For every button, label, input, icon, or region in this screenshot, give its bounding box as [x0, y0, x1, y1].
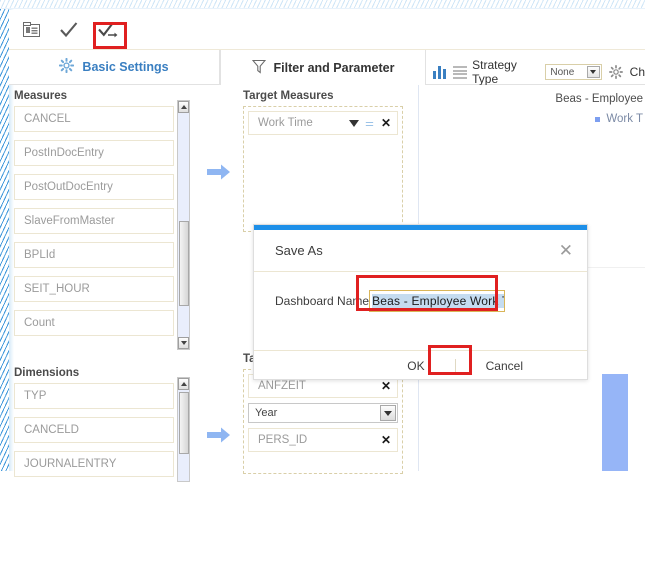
add-dimension-arrow-icon[interactable] [207, 426, 231, 444]
measures-scrollbar[interactable] [177, 100, 190, 350]
remove-icon[interactable]: ✕ [381, 433, 391, 447]
scrollbar-thumb[interactable] [179, 221, 189, 306]
chart-toolbar: Strategy Type None Ch [433, 58, 645, 86]
save-as-dialog: Save As ✕ Dashboard Name Beas - Employee… [253, 224, 588, 380]
granularity-select[interactable]: Year [248, 403, 398, 423]
dimensions-scrollbar[interactable] [177, 377, 190, 482]
scroll-down-icon[interactable] [178, 337, 189, 349]
target-fields-panel: Target Measures Work Time ⚌ ✕ [243, 90, 403, 232]
remove-icon[interactable]: ✕ [381, 379, 391, 393]
list-item[interactable]: PostInDocEntry [14, 140, 174, 166]
list-item[interactable]: CANCELD [14, 417, 174, 443]
source-fields-panel: Measures CANCEL PostInDocEntry PostOutDo… [14, 90, 196, 493]
legend-label: Work T [606, 113, 643, 125]
close-icon[interactable]: ✕ [559, 242, 573, 259]
new-dashboard-icon[interactable] [19, 17, 45, 43]
target-measures-title: Target Measures [243, 90, 403, 102]
target-measure-label: Work Time [258, 117, 313, 129]
dashboard-name-label: Dashboard Name [275, 290, 369, 312]
save-icon[interactable] [56, 17, 82, 43]
legend-color-swatch [595, 117, 600, 122]
dialog-header: Save As ✕ [254, 230, 587, 272]
dialog-footer: OK Cancel [254, 350, 587, 381]
scroll-up-icon[interactable] [178, 101, 189, 113]
chart-title: Beas - Employee [555, 93, 643, 105]
tab-filter-and-parameter[interactable]: Filter and Parameter [220, 50, 426, 85]
toolbar [9, 10, 645, 50]
measures-title: Measures [14, 90, 196, 102]
gear-icon [59, 58, 74, 76]
tab-bar: Basic Settings Filter and Parameter Stra… [9, 50, 645, 85]
target-measures-dropzone[interactable]: Work Time ⚌ ✕ [243, 106, 403, 232]
chevron-down-icon[interactable] [349, 120, 359, 127]
chevron-down-icon[interactable] [380, 405, 396, 421]
list-item[interactable]: SEIT_HOUR [14, 276, 174, 302]
chart-toolbar-trailing-label: Ch [630, 65, 645, 79]
app-root: Basic Settings Filter and Parameter Stra… [0, 0, 645, 567]
list-icon[interactable] [453, 66, 466, 78]
cancel-button[interactable]: Cancel [456, 359, 553, 373]
tab-basic-settings[interactable]: Basic Settings [9, 50, 220, 85]
tab-filter-and-parameter-label: Filter and Parameter [274, 61, 395, 75]
dimensions-title: Dimensions [14, 367, 196, 379]
strategy-type-value: None [550, 67, 574, 78]
left-stripe-decoration [0, 9, 9, 471]
list-item[interactable]: CANCEL [14, 106, 174, 132]
list-item[interactable]: SlaveFromMaster [14, 208, 174, 234]
dimensions-list: TYP CANCELD JOURNALENTRY [14, 383, 192, 493]
chart-legend: Work T [595, 113, 643, 125]
chart-bar[interactable] [602, 374, 628, 471]
top-stripe-decoration [0, 0, 645, 9]
chart-settings-gear-icon[interactable] [609, 65, 623, 79]
strategy-type-label: Strategy Type [472, 58, 538, 86]
measures-list: CANCEL PostInDocEntry PostOutDocEntry Sl… [14, 106, 192, 359]
granularity-value: Year [255, 407, 277, 419]
list-item[interactable]: BPLId [14, 242, 174, 268]
bar-chart-icon[interactable] [433, 66, 446, 79]
scroll-up-icon[interactable] [178, 378, 189, 390]
remove-icon[interactable]: ✕ [381, 116, 391, 130]
dashboard-name-input[interactable]: Beas - Employee Work T [369, 290, 505, 312]
tab-basic-settings-label: Basic Settings [82, 60, 168, 74]
target-dimension-label: ANFZEIT [258, 380, 306, 392]
strategy-type-select[interactable]: None [545, 64, 601, 80]
scrollbar-thumb[interactable] [179, 392, 189, 454]
filter-icon [252, 59, 266, 77]
target-measure-chip[interactable]: Work Time ⚌ ✕ [248, 111, 398, 135]
add-measure-arrow-icon[interactable] [207, 163, 231, 181]
list-item[interactable]: TYP [14, 383, 174, 409]
ok-button[interactable]: OK [377, 359, 454, 373]
chevron-down-icon[interactable] [587, 66, 600, 78]
list-item[interactable]: PostOutDocEntry [14, 174, 174, 200]
target-dimension-label: PERS_ID [258, 434, 307, 446]
target-dimension-chip[interactable]: PERS_ID ✕ [248, 428, 398, 452]
target-dimensions-dropzone[interactable]: ANFZEIT ✕ Year PERS_ID ✕ [243, 369, 403, 474]
save-as-icon[interactable] [96, 17, 122, 43]
list-item[interactable]: JOURNALENTRY [14, 451, 174, 477]
list-item[interactable]: Count [14, 310, 174, 336]
dialog-body: Dashboard Name Beas - Employee Work T [254, 272, 587, 350]
dialog-title: Save As [275, 243, 323, 258]
sort-updown-icon[interactable]: ⚌ [365, 118, 374, 129]
dashboard-name-value: Beas - Employee Work T [372, 294, 505, 308]
